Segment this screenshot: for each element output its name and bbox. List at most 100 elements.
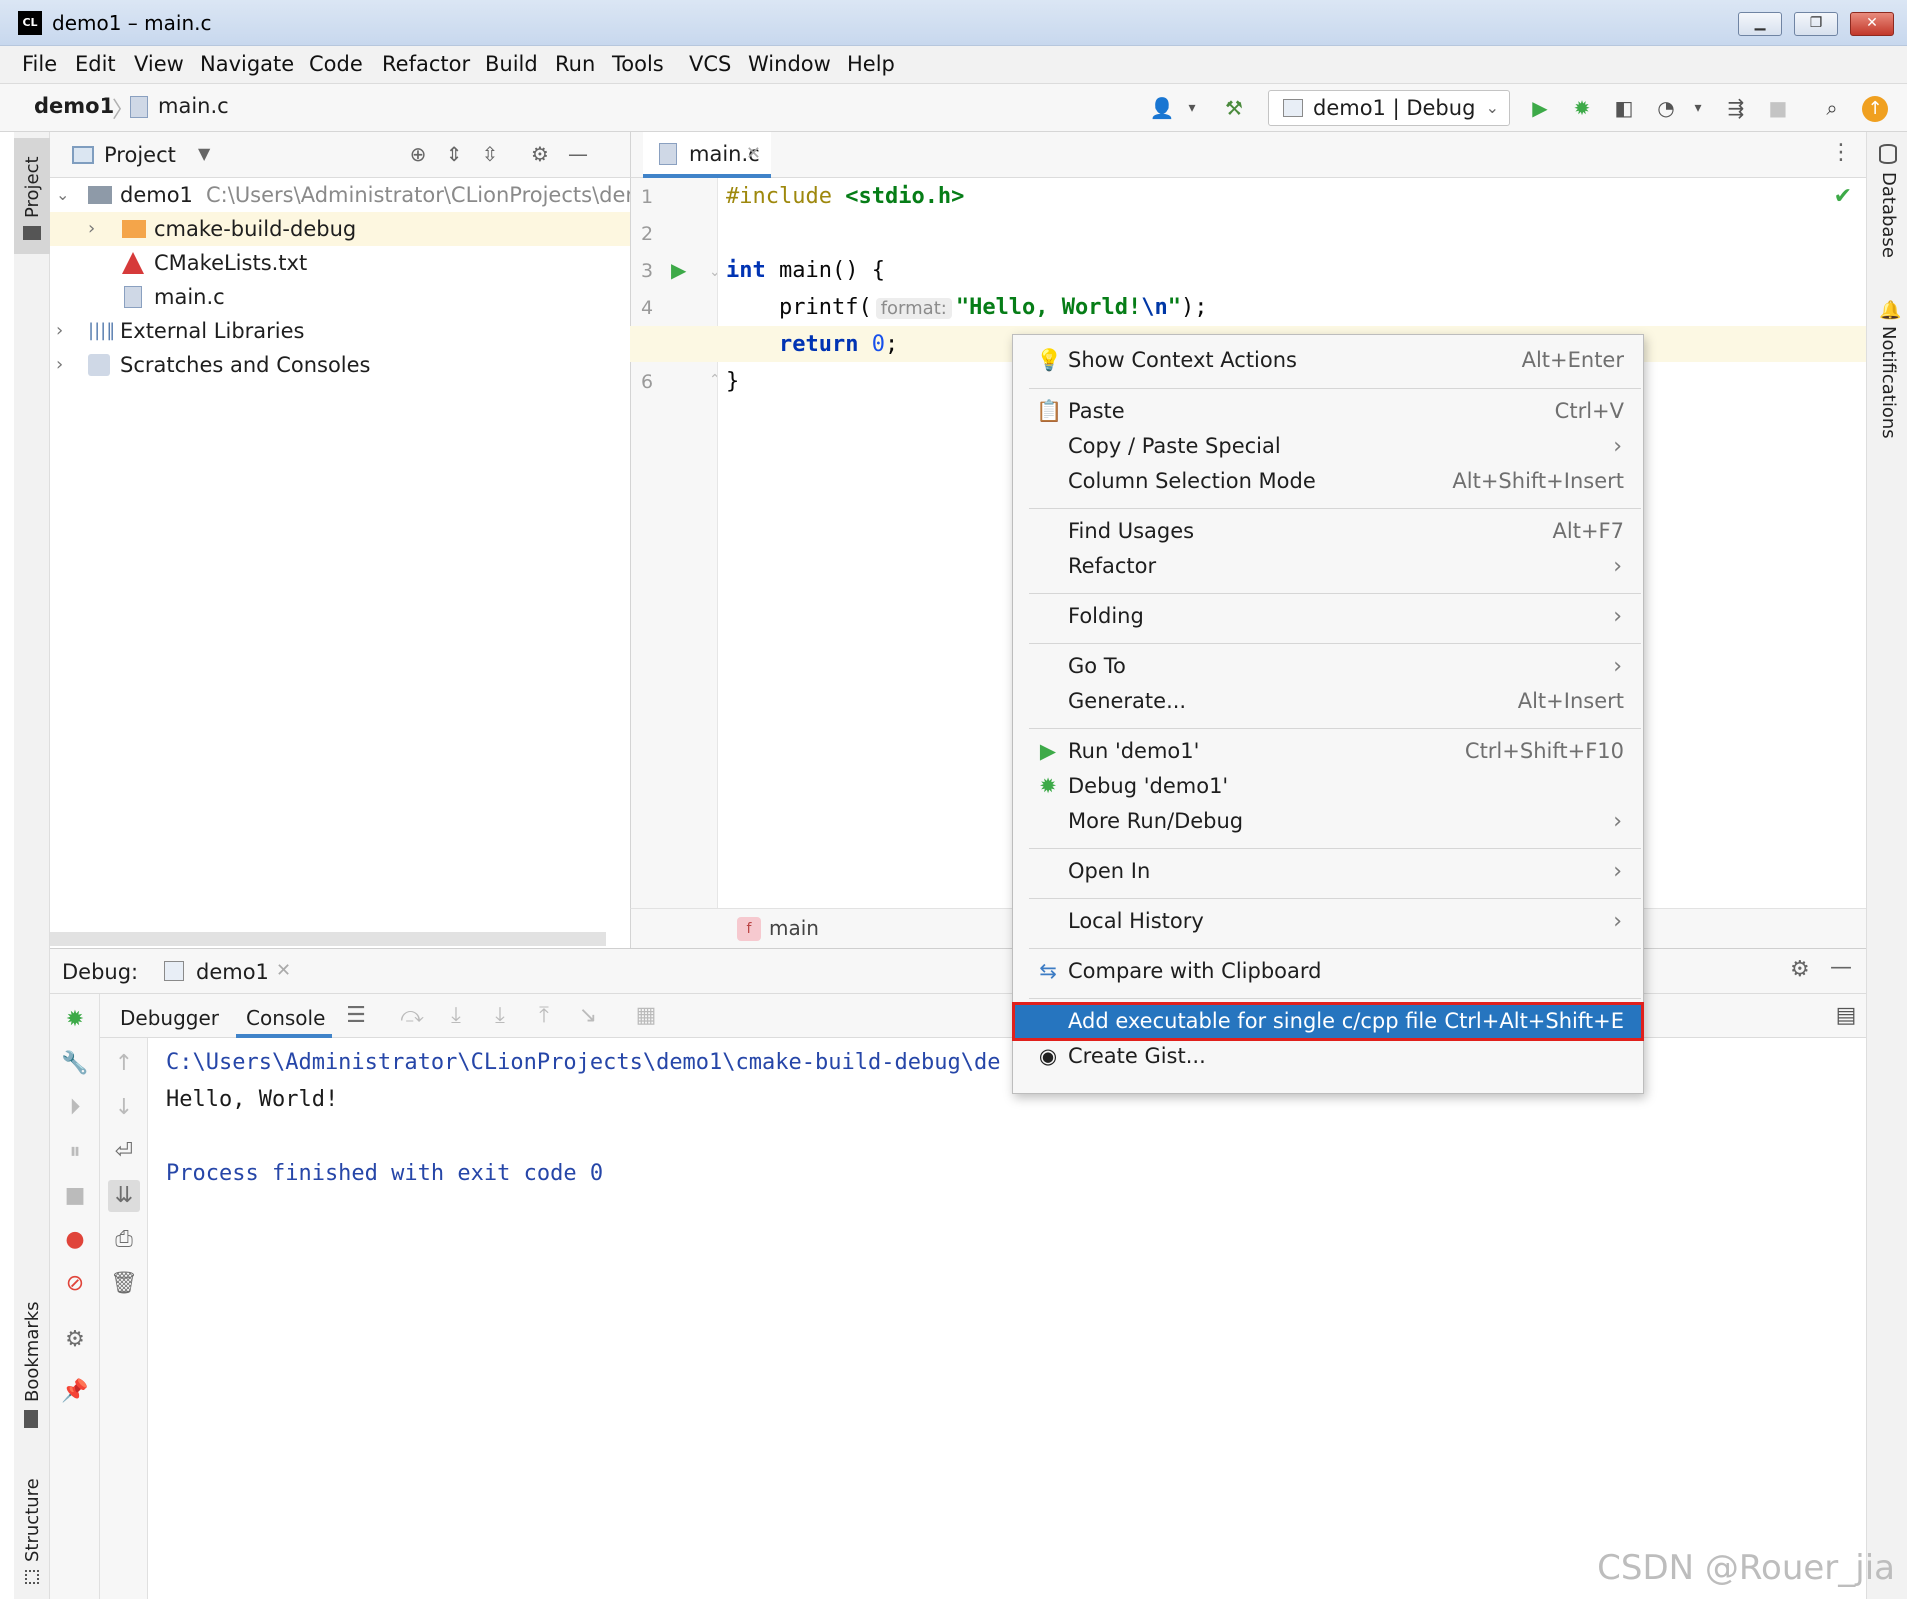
attach-debugger-icon[interactable]: ⇶	[1722, 94, 1750, 122]
menu-item-run-demo1[interactable]: ▶ Run 'demo1' Ctrl+Shift+F10	[1014, 734, 1642, 769]
menu-edit[interactable]: Edit	[75, 52, 116, 76]
menu-item-create-gist[interactable]: ◉ Create Gist...	[1014, 1039, 1642, 1074]
run-icon[interactable]: ▶	[1526, 94, 1554, 122]
menu-navigate[interactable]: Navigate	[200, 52, 294, 76]
stop-icon[interactable]: ■	[1764, 94, 1792, 122]
print-icon[interactable]: ⎙	[108, 1224, 140, 1256]
check-icon[interactable]: ✔	[1834, 184, 1852, 209]
project-tool-button[interactable]: Project	[14, 138, 50, 254]
step-out-icon[interactable]: ⤒	[528, 1000, 560, 1032]
tree-item-cmakelists[interactable]: CMakeLists.txt	[50, 246, 630, 280]
collapse-all-icon[interactable]: ⇳	[476, 140, 504, 168]
gear-icon[interactable]: ⚙	[526, 140, 554, 168]
mute-breakpoints-icon[interactable]: ⊘	[59, 1268, 91, 1300]
update-icon[interactable]: ↑	[1862, 96, 1888, 122]
menu-item-copy-paste-special[interactable]: Copy / Paste Special ›	[1014, 429, 1642, 464]
gear-icon[interactable]: ⚙	[59, 1324, 91, 1356]
menu-run[interactable]: Run	[555, 52, 595, 76]
gear-icon[interactable]: ⚙	[1790, 957, 1810, 982]
pin-icon[interactable]: 📌	[59, 1376, 91, 1408]
debug-session-tab[interactable]: demo1	[196, 960, 269, 984]
run-to-cursor-icon[interactable]: ↘	[572, 1000, 604, 1032]
hide-panel-icon[interactable]: —	[1830, 955, 1852, 980]
minimize-button[interactable]: ▁	[1738, 12, 1782, 36]
project-horizontal-scrollbar[interactable]	[50, 932, 606, 946]
menu-item-refactor[interactable]: Refactor ›	[1014, 549, 1642, 584]
menu-view[interactable]: View	[134, 52, 184, 76]
menu-item-find-usages[interactable]: Find Usages Alt+F7	[1014, 514, 1642, 549]
tree-item-external-libraries[interactable]: › |||‖ External Libraries	[50, 314, 630, 348]
resume-icon[interactable]: ⏵	[59, 1092, 91, 1124]
menu-item-folding[interactable]: Folding ›	[1014, 599, 1642, 634]
project-panel-title[interactable]: Project	[104, 143, 176, 167]
tree-item-scratches[interactable]: › Scratches and Consoles	[50, 348, 630, 382]
bookmarks-tool-button[interactable]: Bookmarks	[14, 1292, 50, 1432]
menu-item-compare-with-clipboard[interactable]: ⇆ Compare with Clipboard	[1014, 954, 1642, 989]
menu-vcs[interactable]: VCS	[689, 52, 731, 76]
wrench-icon[interactable]: 🔧	[59, 1048, 91, 1080]
force-step-into-icon[interactable]: ⤓	[484, 1000, 516, 1032]
menu-refactor[interactable]: Refactor	[382, 52, 470, 76]
menu-item-column-selection-mode[interactable]: Column Selection Mode Alt+Shift+Insert	[1014, 464, 1642, 499]
menu-item-generate[interactable]: Generate... Alt+Insert	[1014, 684, 1642, 719]
pause-icon[interactable]: ⏸	[59, 1136, 91, 1168]
stop-icon[interactable]: ■	[59, 1180, 91, 1212]
user-icon[interactable]: 👤	[1148, 94, 1176, 122]
close-tab-icon[interactable]: ✕	[746, 132, 761, 176]
menu-file[interactable]: File	[22, 52, 57, 76]
database-tool-button[interactable]: Database	[1867, 142, 1907, 282]
nav-project[interactable]: demo1	[34, 94, 114, 118]
arrow-up-icon[interactable]: ↑	[108, 1048, 140, 1080]
nav-file[interactable]: main.c	[158, 94, 229, 118]
step-over-icon[interactable]: ⤼	[396, 1000, 428, 1032]
run-gutter-icon[interactable]: ▶	[671, 258, 686, 282]
step-into-icon[interactable]: ⤓	[440, 1000, 472, 1032]
maximize-button[interactable]: ❐	[1794, 12, 1838, 36]
expand-all-icon[interactable]: ⇕	[440, 140, 468, 168]
layout-settings-icon[interactable]: ▤	[1830, 1000, 1862, 1032]
notifications-tool-button[interactable]: 🔔 Notifications	[1867, 292, 1907, 482]
trash-icon[interactable]: 🗑	[108, 1268, 140, 1300]
tab-console[interactable]: Console	[246, 1006, 325, 1030]
hide-panel-icon[interactable]: —	[564, 140, 592, 168]
locate-icon[interactable]: ⊕	[404, 140, 432, 168]
menu-code[interactable]: Code	[309, 52, 363, 76]
menu-item-debug-demo1[interactable]: ✹ Debug 'demo1'	[1014, 769, 1642, 804]
menu-help[interactable]: Help	[847, 52, 895, 76]
tree-item-main-c[interactable]: main.c	[50, 280, 630, 314]
breadcrumb-function[interactable]: main	[769, 916, 819, 940]
view-breakpoints-icon[interactable]: ●	[59, 1224, 91, 1256]
menu-item-local-history[interactable]: Local History ›	[1014, 904, 1642, 939]
menu-item-show-context-actions[interactable]: 💡 Show Context Actions Alt+Enter	[1014, 343, 1642, 378]
structure-tool-button[interactable]: Structure	[14, 1462, 50, 1592]
menu-item-open-in[interactable]: Open In ›	[1014, 854, 1642, 889]
soft-wrap-icon[interactable]: ⏎	[108, 1136, 140, 1168]
menu-lines-icon[interactable]: ☰	[340, 1000, 372, 1032]
chevron-down-icon[interactable]: ▾	[1178, 94, 1206, 122]
search-icon[interactable]: ⌕	[1818, 94, 1846, 122]
tree-item-demo1[interactable]: ⌄ demo1 C:\Users\Administrator\CLionProj…	[50, 178, 630, 212]
menu-item-more-run-debug[interactable]: More Run/Debug ›	[1014, 804, 1642, 839]
run-configuration-select[interactable]: demo1 | Debug ⌄	[1268, 90, 1510, 126]
chevron-down-icon[interactable]: ▾	[1684, 94, 1712, 122]
debug-icon[interactable]: ✹	[1568, 94, 1596, 122]
tree-item-cmake-build-debug[interactable]: › cmake-build-debug	[50, 212, 630, 246]
menu-tools[interactable]: Tools	[612, 52, 664, 76]
menu-item-add-executable[interactable]: Add executable for single c/cpp file Ctr…	[1012, 1002, 1644, 1041]
menu-build[interactable]: Build	[485, 52, 538, 76]
build-hammer-icon[interactable]: ⚒	[1220, 94, 1248, 122]
close-tab-icon[interactable]: ✕	[276, 960, 291, 981]
more-options-icon[interactable]: ⋮	[1830, 140, 1852, 165]
tab-debugger[interactable]: Debugger	[120, 1006, 219, 1030]
console-output[interactable]: C:\Users\Administrator\CLionProjects\dem…	[148, 1038, 1866, 1599]
arrow-down-icon[interactable]: ↓	[108, 1092, 140, 1124]
scroll-to-end-icon[interactable]: ⇊	[108, 1180, 140, 1212]
close-button[interactable]: ✕	[1850, 12, 1894, 36]
profile-icon[interactable]: ◔	[1652, 94, 1680, 122]
chevron-down-icon[interactable]: ▼	[198, 144, 210, 163]
tab-main-c[interactable]: main.c ✕	[643, 132, 771, 178]
menu-item-paste[interactable]: 📋 Paste Ctrl+V	[1014, 394, 1642, 429]
menu-window[interactable]: Window	[748, 52, 831, 76]
menu-item-go-to[interactable]: Go To ›	[1014, 649, 1642, 684]
debug-icon[interactable]: ✹	[59, 1004, 91, 1036]
